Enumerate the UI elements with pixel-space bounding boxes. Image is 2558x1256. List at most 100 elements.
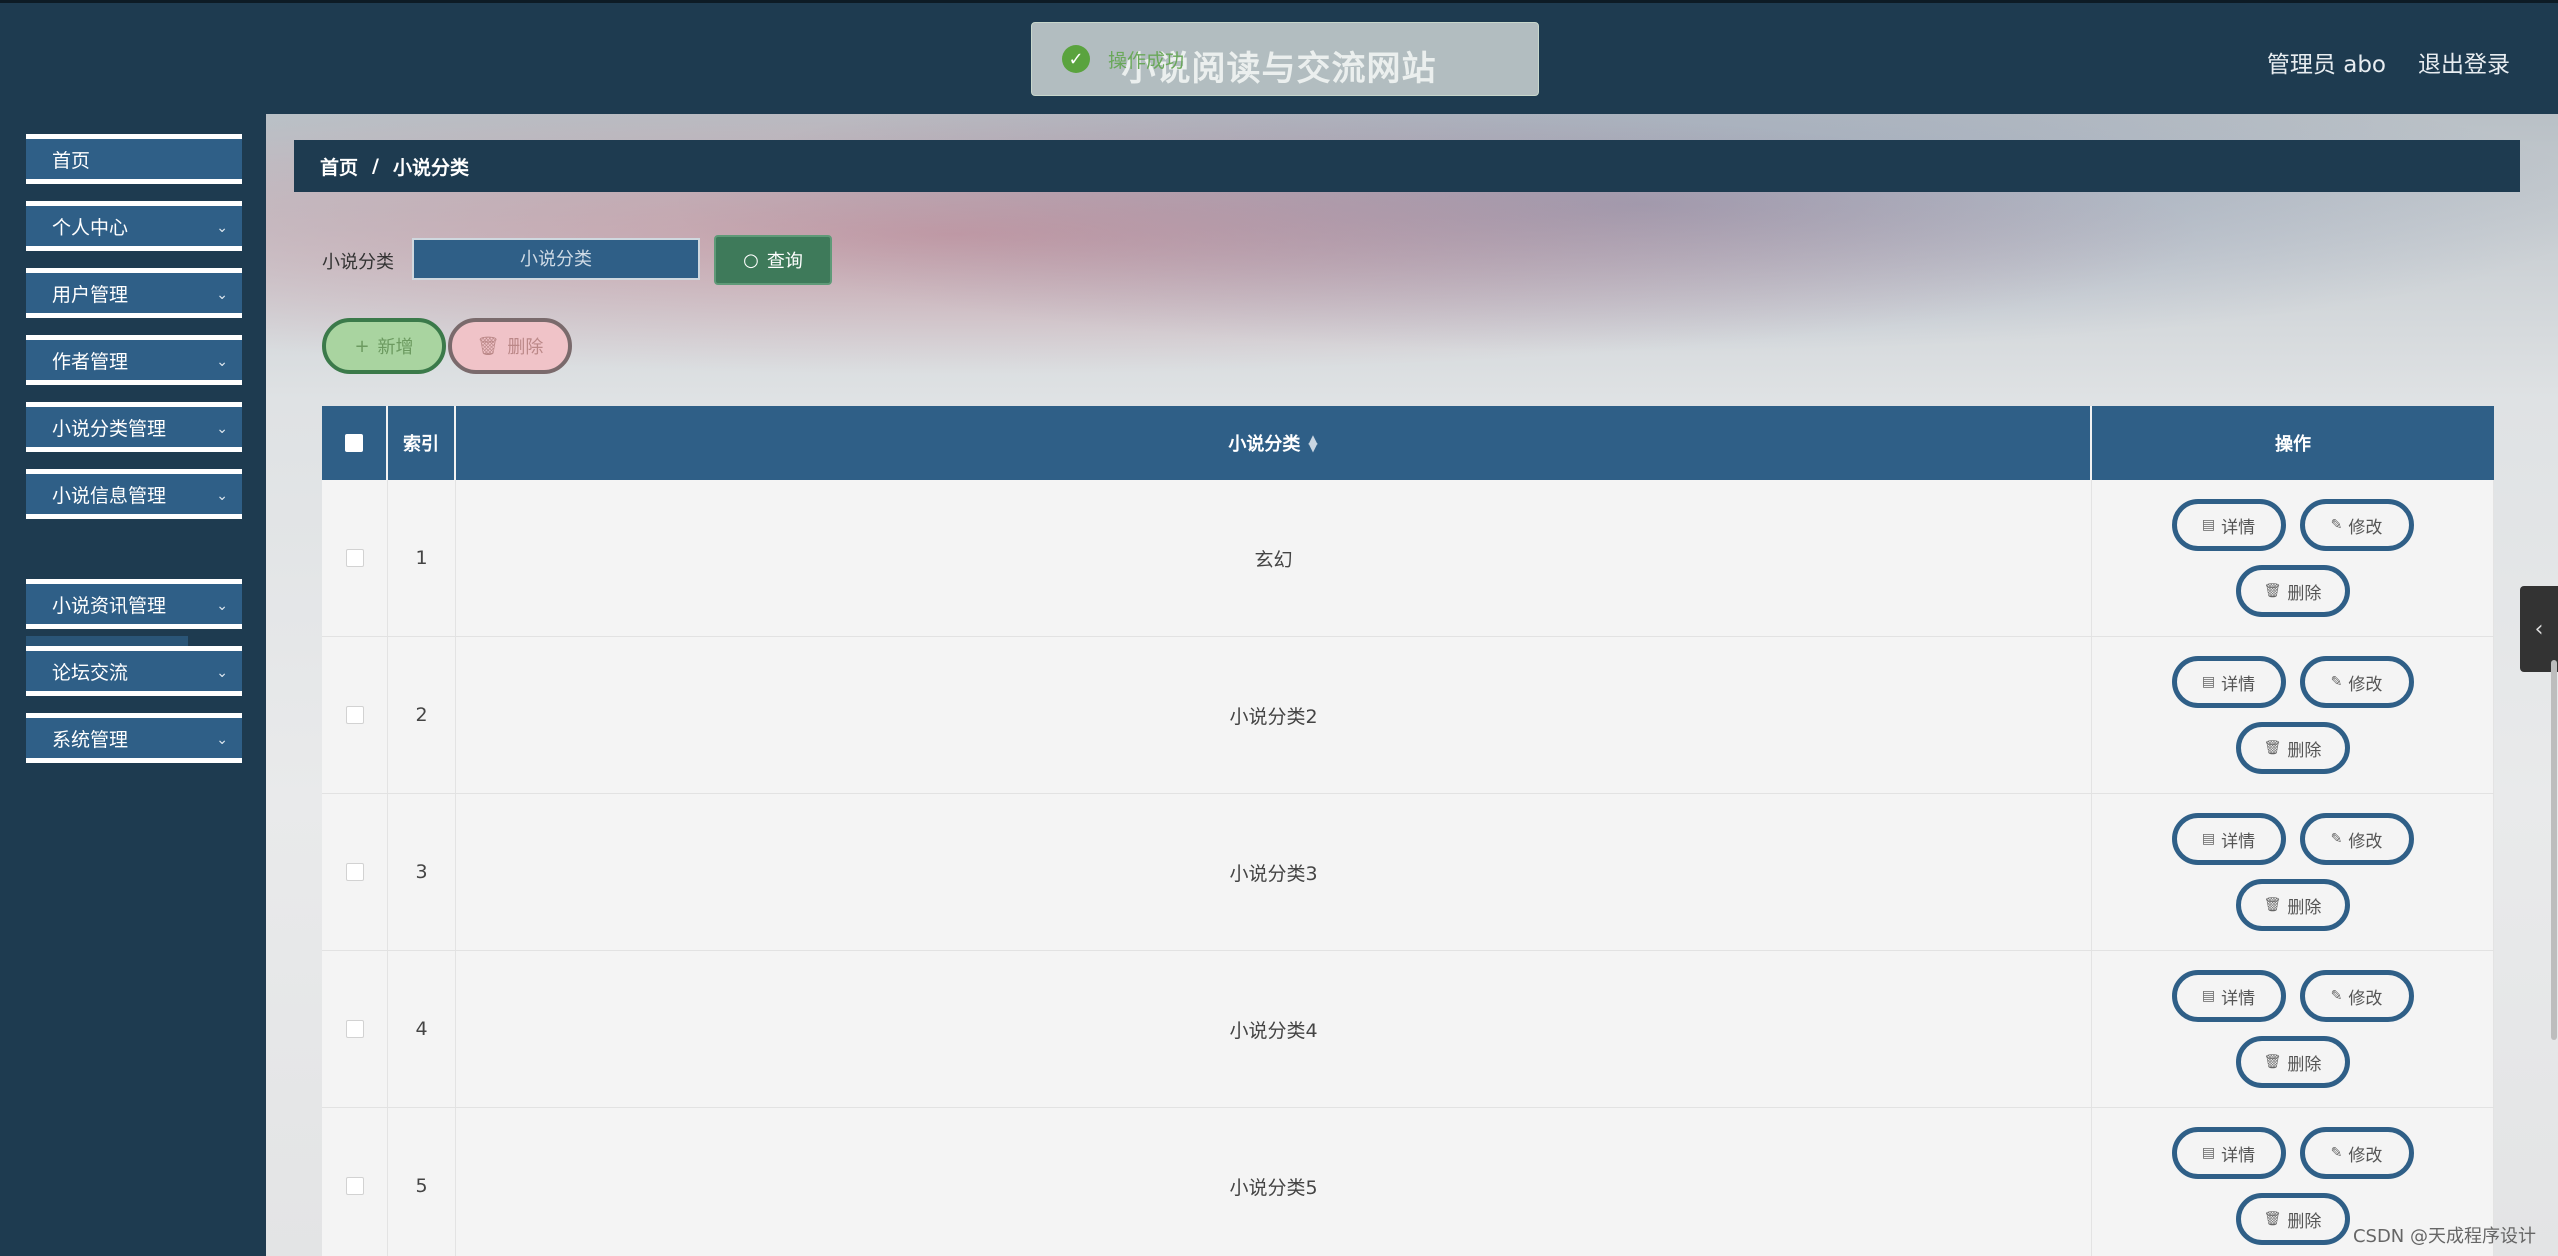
detail-button[interactable]: ▤ 详情 bbox=[2171, 970, 2286, 1022]
sidebar-item-forum[interactable]: 论坛交流 ⌄ bbox=[26, 646, 242, 696]
delete-button[interactable]: 🗑 删除 bbox=[2235, 1036, 2350, 1088]
detail-button[interactable]: ▤ 详情 bbox=[2171, 656, 2286, 708]
trash-icon: 🗑 bbox=[476, 335, 500, 357]
row-checkbox-cell bbox=[322, 794, 388, 950]
delete-button-label: 删除 bbox=[2287, 583, 2322, 604]
sidebar-item-category-management[interactable]: 小说分类管理 ⌄ bbox=[26, 402, 242, 452]
sidebar-item-label: 小说信息管理 bbox=[52, 484, 167, 507]
detail-button[interactable]: ▤ 详情 bbox=[2171, 813, 2286, 865]
add-button[interactable]: + 新增 bbox=[322, 318, 446, 374]
edit-button-label: 修改 bbox=[2348, 674, 2383, 695]
trash-icon: 🗑 bbox=[2263, 740, 2282, 756]
chevron-down-icon: ⌄ bbox=[216, 287, 228, 303]
chevron-down-icon: ⌄ bbox=[216, 665, 228, 681]
edit-button[interactable]: ✎ 修改 bbox=[2299, 1127, 2414, 1179]
row-index: 1 bbox=[388, 480, 456, 636]
header-operations: 操作 bbox=[2275, 434, 2311, 455]
delete-button[interactable]: 🗑 删除 bbox=[2235, 1193, 2350, 1245]
header-category[interactable]: 小说分类 ▲ ▼ bbox=[456, 406, 2092, 480]
edit-button-label: 修改 bbox=[2348, 988, 2383, 1009]
sidebar-item-label: 小说资讯管理 bbox=[52, 594, 167, 617]
row-operations: ▤ 详情 ✎ 修改 🗑 删除 bbox=[2092, 637, 2494, 793]
row-checkbox[interactable] bbox=[345, 1177, 364, 1195]
delete-button[interactable]: 🗑 删除 bbox=[2235, 565, 2350, 617]
breadcrumb-separator: / bbox=[372, 155, 379, 177]
breadcrumb-home[interactable]: 首页 bbox=[320, 153, 358, 180]
add-button-label: 新增 bbox=[377, 337, 414, 358]
row-checkbox-cell bbox=[322, 1108, 388, 1256]
header-index: 索引 bbox=[388, 406, 456, 480]
delete-button-label: 删除 bbox=[2287, 1211, 2322, 1232]
detail-button-label: 详情 bbox=[2221, 988, 2256, 1009]
sidebar-item-personal-center[interactable]: 个人中心 ⌄ bbox=[26, 201, 242, 251]
detail-button[interactable]: ▤ 详情 bbox=[2171, 499, 2286, 551]
admin-user-label[interactable]: 管理员 abo bbox=[2267, 45, 2386, 79]
edit-button[interactable]: ✎ 修改 bbox=[2299, 656, 2414, 708]
query-button[interactable]: ○ 查询 bbox=[714, 235, 832, 285]
category-search-input[interactable] bbox=[412, 238, 700, 280]
chevron-down-icon: ⌄ bbox=[216, 220, 228, 236]
row-index: 2 bbox=[388, 637, 456, 793]
scrollbar[interactable] bbox=[2551, 660, 2557, 1040]
logout-link[interactable]: 退出登录 bbox=[2418, 45, 2510, 79]
sidebar-item-novel-info-management[interactable]: 小说信息管理 ⌄ bbox=[26, 469, 242, 519]
check-circle-icon: ✓ bbox=[1062, 45, 1090, 73]
table-row: 5 小说分类5 ▤ 详情 ✎ 修改 🗑 删除 bbox=[322, 1108, 2494, 1256]
row-category-name: 玄幻 bbox=[456, 480, 2092, 636]
chevron-down-icon: ⌄ bbox=[216, 732, 228, 748]
batch-delete-button[interactable]: 🗑 删除 bbox=[448, 318, 572, 374]
watermark: CSDN @天成程序设计 bbox=[2352, 1226, 2536, 1247]
document-icon: ▤ bbox=[2201, 831, 2216, 847]
row-checkbox-cell bbox=[322, 480, 388, 636]
sidebar-item-user-management[interactable]: 用户管理 ⌄ bbox=[26, 268, 242, 318]
breadcrumb-current: 小说分类 bbox=[392, 156, 469, 179]
sidebar-item-label: 个人中心 bbox=[52, 216, 129, 239]
delete-button[interactable]: 🗑 删除 bbox=[2235, 722, 2350, 774]
row-checkbox[interactable] bbox=[345, 549, 364, 567]
pencil-icon: ✎ bbox=[2330, 674, 2343, 690]
plus-icon: + bbox=[354, 335, 370, 357]
row-checkbox[interactable] bbox=[345, 706, 364, 724]
pencil-icon: ✎ bbox=[2330, 988, 2343, 1004]
search-label: 小说分类 bbox=[322, 252, 394, 273]
detail-button-label: 详情 bbox=[2221, 1145, 2256, 1166]
delete-button-label: 删除 bbox=[2287, 1054, 2322, 1075]
row-checkbox[interactable] bbox=[345, 1020, 364, 1038]
delete-button[interactable]: 🗑 删除 bbox=[2235, 879, 2350, 931]
edit-button[interactable]: ✎ 修改 bbox=[2299, 970, 2414, 1022]
row-category-name: 小说分类2 bbox=[456, 637, 2092, 793]
trash-icon: 🗑 bbox=[2263, 897, 2282, 913]
sidebar-item-home[interactable]: 首页 bbox=[26, 134, 242, 184]
row-category-name: 小说分类5 bbox=[456, 1108, 2092, 1256]
search-icon: ○ bbox=[743, 249, 759, 271]
sidebar: 首页 个人中心 ⌄ 用户管理 ⌄ 作者管理 ⌄ 小说分类管理 ⌄ 小说信息管理 … bbox=[0, 114, 264, 1256]
sidebar-item-news-management[interactable]: 小说资讯管理 ⌄ bbox=[26, 579, 242, 629]
sidebar-item-label: 作者管理 bbox=[52, 350, 129, 373]
sort-icon[interactable]: ▲ ▼ bbox=[1308, 433, 1317, 453]
trash-icon: 🗑 bbox=[2263, 583, 2282, 599]
table-row: 2 小说分类2 ▤ 详情 ✎ 修改 🗑 删除 bbox=[322, 637, 2494, 794]
chevron-down-icon: ⌄ bbox=[216, 354, 228, 370]
edit-button[interactable]: ✎ 修改 bbox=[2299, 499, 2414, 551]
row-checkbox[interactable] bbox=[345, 863, 364, 881]
sidebar-item-label: 用户管理 bbox=[52, 283, 129, 306]
select-all-checkbox[interactable] bbox=[345, 434, 363, 452]
table-row: 4 小说分类4 ▤ 详情 ✎ 修改 🗑 删除 bbox=[322, 951, 2494, 1108]
pencil-icon: ✎ bbox=[2330, 1145, 2343, 1161]
row-checkbox-cell bbox=[322, 637, 388, 793]
success-toast: ✓ 操作成功 bbox=[1031, 22, 1539, 96]
detail-button[interactable]: ▤ 详情 bbox=[2171, 1127, 2286, 1179]
row-operations: ▤ 详情 ✎ 修改 🗑 删除 bbox=[2092, 480, 2494, 636]
trash-icon: 🗑 bbox=[2263, 1211, 2282, 1227]
document-icon: ▤ bbox=[2201, 1145, 2216, 1161]
batch-delete-label: 删除 bbox=[507, 337, 544, 358]
main-content: 首页 / 小说分类 小说分类 ○ 查询 + 新增 🗑 删除 索引 小说分类 ▲▼… bbox=[266, 114, 2558, 1256]
sidebar-item-label: 首页 bbox=[52, 149, 91, 172]
detail-button-label: 详情 bbox=[2221, 517, 2256, 538]
sidebar-item-author-management[interactable]: 作者管理 ⌄ bbox=[26, 335, 242, 385]
sidebar-item-system-management[interactable]: 系统管理 ⌄ bbox=[26, 713, 242, 763]
detail-button-label: 详情 bbox=[2221, 674, 2256, 695]
row-operations: ▤ 详情 ✎ 修改 🗑 删除 bbox=[2092, 794, 2494, 950]
edit-button[interactable]: ✎ 修改 bbox=[2299, 813, 2414, 865]
table-row: 3 小说分类3 ▤ 详情 ✎ 修改 🗑 删除 bbox=[322, 794, 2494, 951]
